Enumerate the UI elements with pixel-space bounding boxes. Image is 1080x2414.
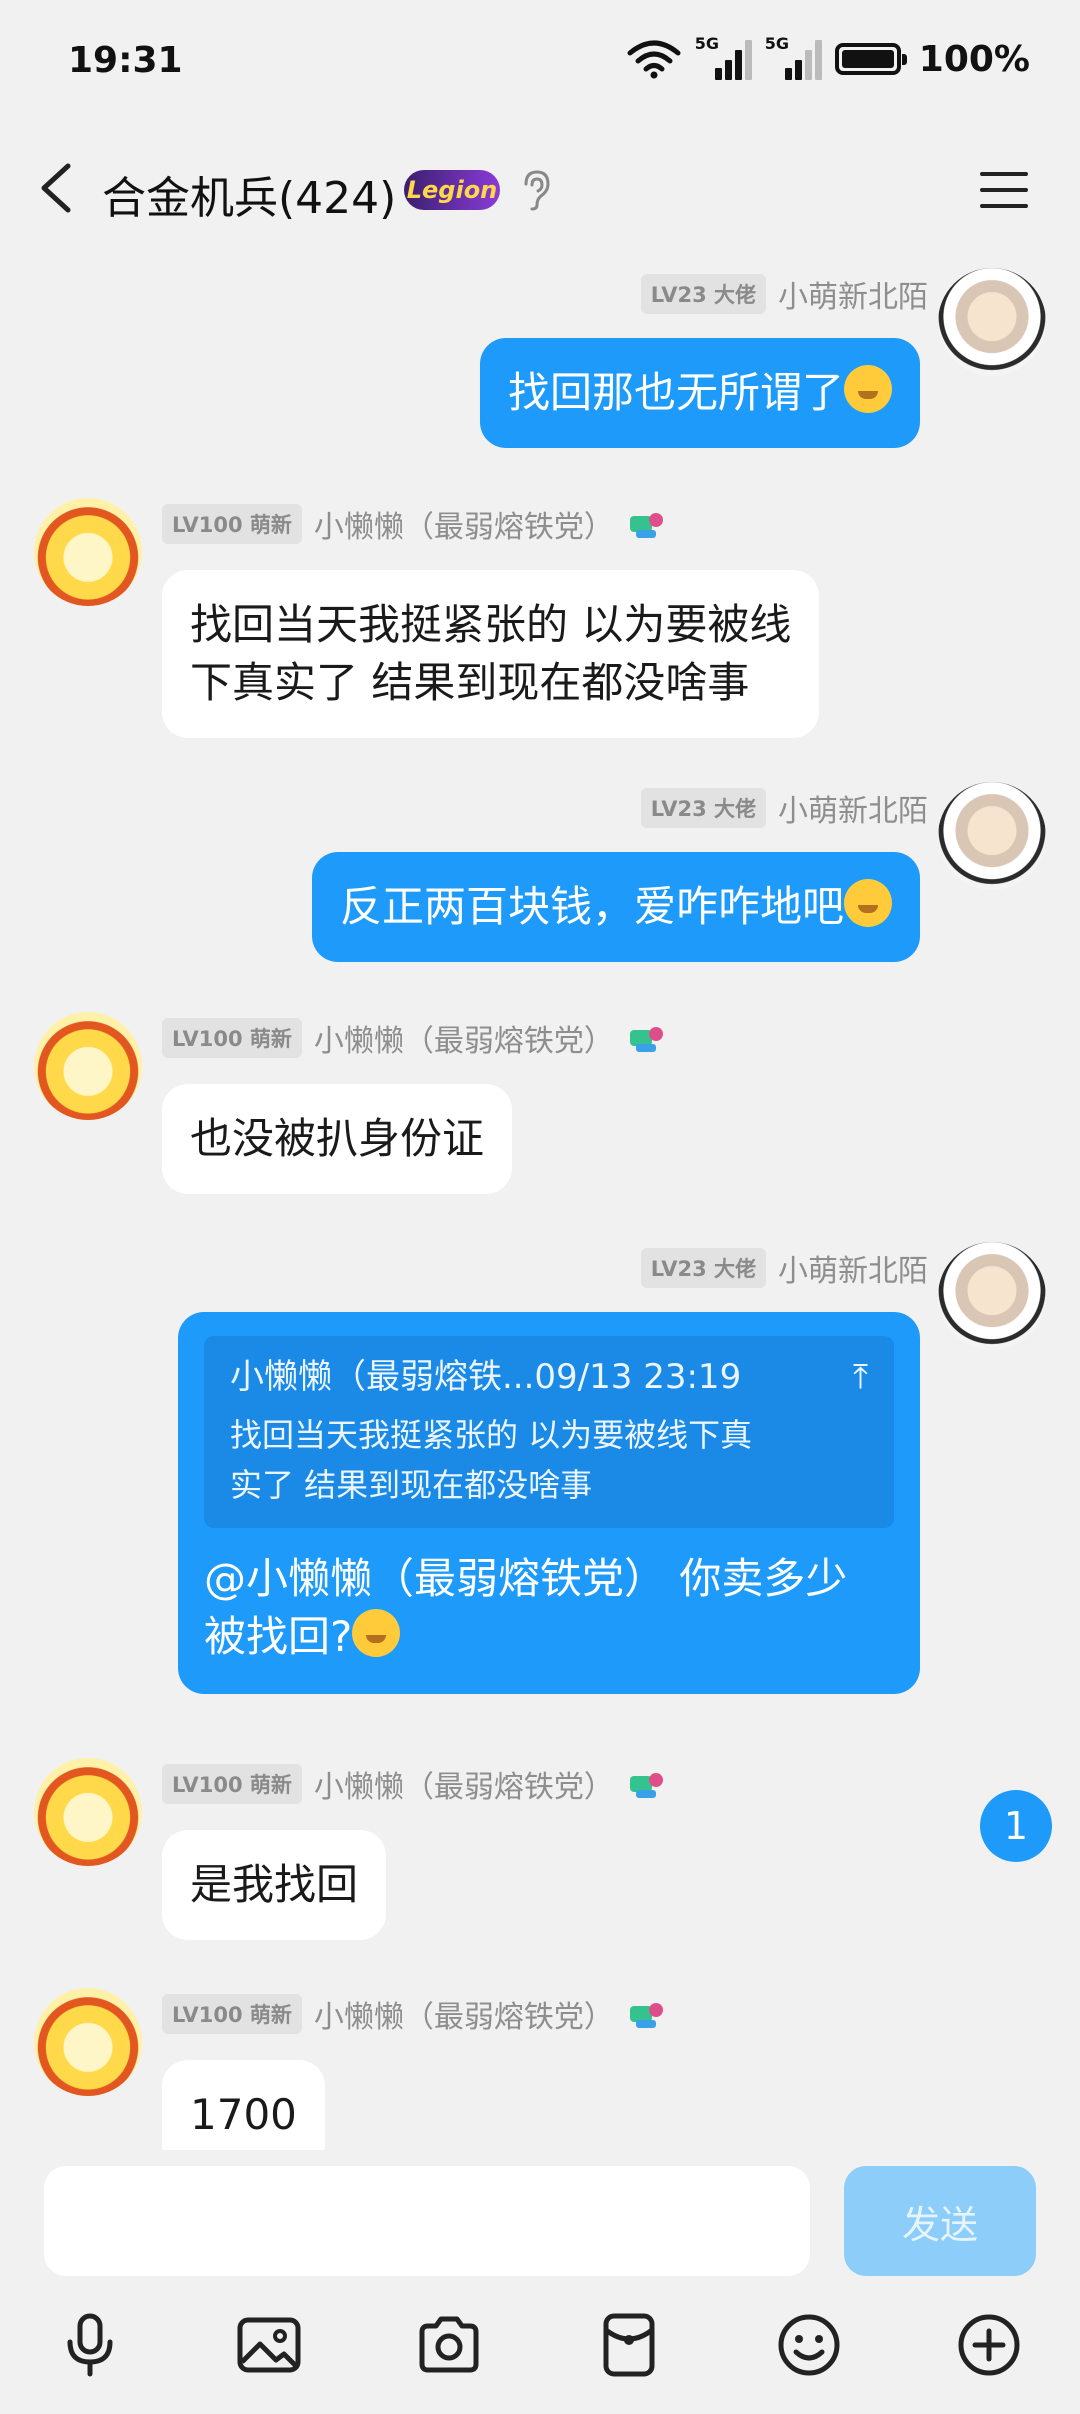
jump-to-quote-icon[interactable]: ⤒ [853, 1354, 868, 1400]
level-badge: LV100 萌新 [162, 1994, 302, 2034]
group-badge: Legion [404, 170, 500, 210]
signal-label: 5G [694, 34, 720, 53]
chat-toolbar [0, 2290, 1080, 2400]
status-time: 19:31 [68, 40, 183, 81]
input-bar: 发送 [0, 2150, 1080, 2280]
message-text-line: 找回当天我挺紧张的 以为要被线 [190, 600, 792, 649]
message-text: 反正两百块钱，爱咋咋地吧 [339, 882, 844, 931]
emoji-icon [844, 365, 892, 413]
avatar[interactable] [938, 268, 1046, 376]
level-badge: LV23 大佬 [640, 274, 766, 314]
message-text: 1700 [190, 2090, 297, 2139]
message-meta: LV100 萌新 小懒懒（最弱熔铁党） [162, 502, 666, 546]
cell-signal-icon-1: 5G [695, 34, 752, 80]
sender-name[interactable]: 小萌新北陌 [778, 1246, 928, 1290]
avatar[interactable] [938, 1242, 1046, 1350]
sender-name[interactable]: 小懒懒（最弱熔铁党） [314, 1016, 614, 1060]
level-badge: LV100 萌新 [162, 504, 302, 544]
level-badge: LV23 大佬 [640, 1248, 766, 1288]
signal-label: 5G [764, 34, 790, 53]
quote-header: 小懒懒（最弱熔铁...09/13 23:19 ⤒ [230, 1354, 868, 1400]
sender-name[interactable]: 小懒懒（最弱熔铁党） [314, 502, 614, 546]
message-list[interactable]: LV23 大佬 小萌新北陌 找回那也无所谓了 LV100 萌新 小懒懒（最弱熔铁… [0, 250, 1080, 2150]
wifi-icon [627, 40, 681, 79]
emoji-icon [352, 1609, 401, 1657]
sender-name[interactable]: 小萌新北陌 [778, 272, 928, 316]
message-bubble[interactable]: 1700 [162, 2060, 325, 2150]
message-bubble[interactable]: 也没被扒身份证 [162, 1084, 513, 1194]
message-text-line: 下真实了 结果到现在都没啥事 [190, 658, 750, 707]
quote-sender-time: 小懒懒（最弱熔铁...09/13 23:19 [230, 1357, 742, 1397]
quote-text-line: 找回当天我挺紧张的 以为要被线下真 [230, 1416, 753, 1454]
level-badge: LV100 萌新 [162, 1764, 302, 1804]
status-bar: 19:31 5G 5G 100% [0, 0, 1080, 130]
cell-signal-icon-2: 5G [765, 34, 822, 80]
avatar[interactable] [34, 498, 142, 606]
send-button[interactable]: 发送 [844, 2166, 1036, 2276]
title-tag-icon [629, 2003, 663, 2028]
message-bubble[interactable]: 小懒懒（最弱熔铁...09/13 23:19 ⤒ 找回当天我挺紧张的 以为要被线… [178, 1312, 920, 1694]
quote-text: 找回当天我挺紧张的 以为要被线下真 实了 结果到现在都没啥事 [230, 1410, 868, 1510]
status-icons: 5G 5G 100% [627, 34, 1030, 80]
ear-icon[interactable] [516, 168, 556, 212]
message-meta: LV23 大佬 小萌新北陌 [640, 786, 928, 830]
level-badge: LV100 萌新 [162, 1018, 302, 1058]
unread-count-badge[interactable]: 1 [980, 1790, 1052, 1862]
microphone-icon[interactable] [55, 2310, 125, 2380]
battery-icon [834, 43, 907, 75]
emoji-icon[interactable] [774, 2310, 844, 2380]
chat-header: 合金机兵(424) Legion [0, 140, 1080, 240]
camera-icon[interactable] [414, 2310, 484, 2380]
message-text: 是我找回 [190, 1860, 359, 1909]
avatar[interactable] [34, 1758, 142, 1866]
message-bubble[interactable]: 反正两百块钱，爱咋咋地吧 [311, 852, 920, 962]
image-icon[interactable] [234, 2310, 304, 2380]
message-text-line: @小懒懒（最弱熔铁党） 你卖多少 [204, 1554, 848, 1603]
message-bubble[interactable]: 是我找回 [162, 1830, 387, 1940]
message-text: 找回那也无所谓了 [507, 368, 844, 417]
message-meta: LV100 萌新 小懒懒（最弱熔铁党） [162, 1762, 666, 1806]
quoted-message[interactable]: 小懒懒（最弱熔铁...09/13 23:19 ⤒ 找回当天我挺紧张的 以为要被线… [204, 1336, 894, 1528]
sender-name[interactable]: 小懒懒（最弱熔铁党） [314, 1992, 614, 2036]
quote-text-line: 实了 结果到现在都没啥事 [230, 1466, 593, 1504]
level-badge: LV23 大佬 [640, 788, 766, 828]
back-arrow-icon[interactable] [30, 158, 90, 218]
sender-name[interactable]: 小萌新北陌 [778, 786, 928, 830]
message-input[interactable] [44, 2166, 810, 2276]
avatar[interactable] [34, 1988, 142, 2096]
group-title[interactable]: 合金机兵(424) [102, 162, 396, 226]
message-meta: LV100 萌新 小懒懒（最弱熔铁党） [162, 1016, 666, 1060]
battery-percent: 100% [918, 38, 1030, 80]
message-bubble[interactable]: 找回当天我挺紧张的 以为要被线 下真实了 结果到现在都没啥事 [162, 570, 820, 738]
message-meta: LV100 萌新 小懒懒（最弱熔铁党） [162, 1992, 666, 2036]
avatar[interactable] [34, 1012, 142, 1120]
message-text: 也没被扒身份证 [190, 1114, 485, 1163]
sender-name[interactable]: 小懒懒（最弱熔铁党） [314, 1762, 614, 1806]
menu-icon[interactable] [976, 162, 1032, 218]
plus-icon[interactable] [954, 2310, 1024, 2380]
avatar[interactable] [938, 782, 1046, 890]
message-meta: LV23 大佬 小萌新北陌 [640, 1246, 928, 1290]
title-tag-icon [629, 513, 663, 538]
emoji-icon [844, 879, 892, 927]
message-text-line: 被找回? [204, 1612, 353, 1661]
message-meta: LV23 大佬 小萌新北陌 [640, 272, 928, 316]
title-tag-icon [629, 1773, 663, 1798]
red-packet-icon[interactable] [594, 2310, 664, 2380]
title-tag-icon [629, 1027, 663, 1052]
message-bubble[interactable]: 找回那也无所谓了 [479, 338, 920, 448]
